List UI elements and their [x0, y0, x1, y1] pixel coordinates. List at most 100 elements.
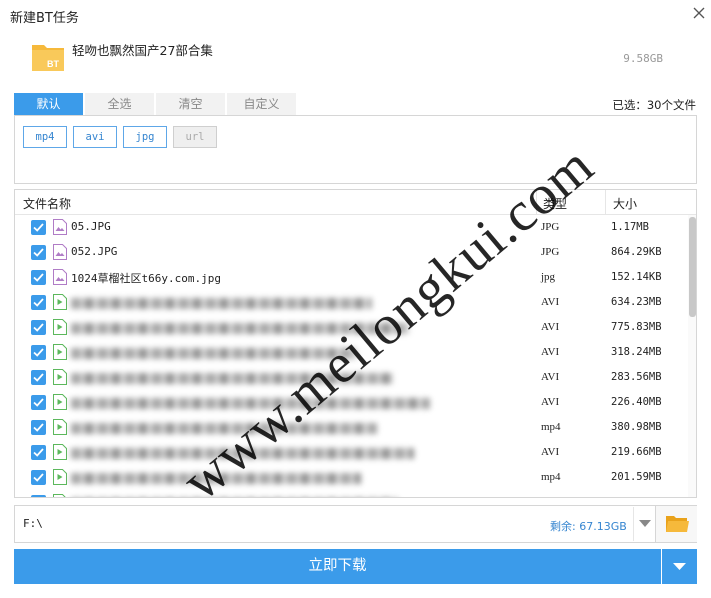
caret-down-icon: [639, 520, 651, 527]
file-type: AVI: [541, 321, 560, 333]
column-divider[interactable]: [536, 190, 537, 215]
video-file-icon: [53, 469, 67, 485]
file-row[interactable]: 052.JPG JPG 864.29KB: [15, 240, 687, 265]
column-name[interactable]: 文件名称: [23, 195, 71, 212]
tab-select-all[interactable]: 全选: [85, 93, 155, 115]
file-checkbox[interactable]: [31, 445, 46, 460]
file-size: 283.56MB: [611, 371, 662, 383]
image-file-icon: [53, 244, 67, 260]
column-type[interactable]: 类型: [543, 195, 567, 212]
task-header: BT 轻吻也飘然国产27部合集 9.58GB: [0, 30, 711, 86]
browse-folder-button[interactable]: [655, 506, 697, 542]
file-checkbox[interactable]: [31, 395, 46, 410]
video-file-icon: [53, 444, 67, 460]
scrollbar-thumb[interactable]: [689, 217, 696, 317]
extension-filter-panel: mp4 avi jpg url: [14, 115, 697, 184]
caret-down-icon: [673, 563, 686, 570]
file-size: 152.14KB: [611, 271, 662, 283]
file-row[interactable]: mp4 380.98MB: [15, 415, 687, 440]
save-path-input[interactable]: F:\: [23, 517, 43, 530]
file-checkbox[interactable]: [31, 320, 46, 335]
file-name: 052.JPG: [71, 245, 118, 258]
task-size: 9.58GB: [623, 52, 663, 65]
file-row[interactable]: AVI 226.40MB: [15, 390, 687, 415]
ext-chip-url[interactable]: url: [173, 126, 217, 148]
file-row[interactable]: mp4 418.39MB: [15, 490, 687, 497]
file-size: 318.24MB: [611, 346, 662, 358]
close-icon: [693, 7, 705, 19]
video-file-icon: [53, 494, 67, 497]
save-path-bar: F:\ 剩余: 67.13GB: [14, 505, 697, 543]
ext-chip-mp4[interactable]: mp4: [23, 126, 67, 148]
download-now-button[interactable]: 立即下载: [14, 549, 661, 584]
bt-folder-icon: BT: [31, 40, 65, 72]
file-name: [71, 398, 430, 409]
file-type: mp4: [541, 421, 561, 433]
path-history-dropdown[interactable]: [633, 507, 655, 541]
file-name: [71, 473, 361, 484]
video-file-icon: [53, 319, 67, 335]
file-name: [71, 323, 409, 334]
close-button[interactable]: [690, 4, 708, 22]
video-file-icon: [53, 369, 67, 385]
file-row[interactable]: AVI 634.23MB: [15, 290, 687, 315]
video-file-icon: [53, 344, 67, 360]
file-list-header: 文件名称 类型 大小: [15, 190, 696, 215]
free-space-label: 剩余: 67.13GB: [550, 520, 627, 533]
file-checkbox[interactable]: [31, 370, 46, 385]
download-options-dropdown[interactable]: [662, 549, 697, 584]
column-divider[interactable]: [605, 190, 606, 215]
file-checkbox[interactable]: [31, 420, 46, 435]
file-name: 1024草榴社区t66y.com.jpg: [71, 272, 221, 285]
file-row[interactable]: AVI 219.66MB: [15, 440, 687, 465]
column-size[interactable]: 大小: [613, 195, 637, 212]
video-file-icon: [53, 294, 67, 310]
file-type: AVI: [541, 296, 560, 308]
file-row[interactable]: AVI 283.56MB: [15, 365, 687, 390]
file-row[interactable]: 1024草榴社区t66y.com.jpg jpg 152.14KB: [15, 265, 687, 290]
file-row[interactable]: 05.JPG JPG 1.17MB: [15, 215, 687, 240]
file-size: 418.39MB: [611, 496, 662, 497]
file-list: 文件名称 类型 大小 05.JPG JPG 1.17MB 052.JPG JPG 864.…: [14, 189, 697, 498]
file-type: JPG: [541, 221, 560, 233]
file-row[interactable]: AVI 775.83MB: [15, 315, 687, 340]
filter-tabs: 默认 全选 清空 自定义 已选：30个文件: [14, 93, 696, 115]
file-type: AVI: [541, 346, 560, 358]
file-checkbox[interactable]: [31, 295, 46, 310]
tab-default[interactable]: 默认: [14, 93, 84, 115]
file-size: 775.83MB: [611, 321, 662, 333]
scrollbar-track[interactable]: [688, 215, 696, 497]
file-row[interactable]: AVI 318.24MB: [15, 340, 687, 365]
file-name: 05.JPG: [71, 220, 111, 233]
file-checkbox[interactable]: [31, 470, 46, 485]
tab-custom[interactable]: 自定义: [227, 93, 297, 115]
file-checkbox[interactable]: [31, 220, 46, 235]
file-checkbox[interactable]: [31, 345, 46, 360]
selected-count: 已选：30个文件: [612, 98, 696, 112]
file-type: AVI: [541, 396, 560, 408]
file-name: [71, 298, 372, 309]
file-checkbox[interactable]: [31, 495, 46, 497]
file-type: AVI: [541, 371, 560, 383]
file-size: 226.40MB: [611, 396, 662, 408]
ext-chip-avi[interactable]: avi: [73, 126, 117, 148]
file-row[interactable]: mp4 201.59MB: [15, 465, 687, 490]
file-rows: 05.JPG JPG 1.17MB 052.JPG JPG 864.29KB 1024草榴社…: [15, 215, 687, 497]
title-bar: 新建BT任务: [0, 0, 711, 30]
tab-clear[interactable]: 清空: [156, 93, 226, 115]
file-size: 864.29KB: [611, 246, 662, 258]
file-type: AVI: [541, 446, 560, 458]
file-name: [71, 373, 393, 384]
file-checkbox[interactable]: [31, 270, 46, 285]
file-type: JPG: [541, 246, 560, 258]
file-size: 634.23MB: [611, 296, 662, 308]
ext-chip-jpg[interactable]: jpg: [123, 126, 167, 148]
file-type: mp4: [541, 471, 561, 483]
file-size: 219.66MB: [611, 446, 662, 458]
file-checkbox[interactable]: [31, 245, 46, 260]
file-size: 1.17MB: [611, 221, 649, 233]
window-title: 新建BT任务: [10, 11, 79, 26]
image-file-icon: [53, 219, 67, 235]
folder-icon: [666, 516, 689, 532]
file-name: [71, 348, 356, 359]
